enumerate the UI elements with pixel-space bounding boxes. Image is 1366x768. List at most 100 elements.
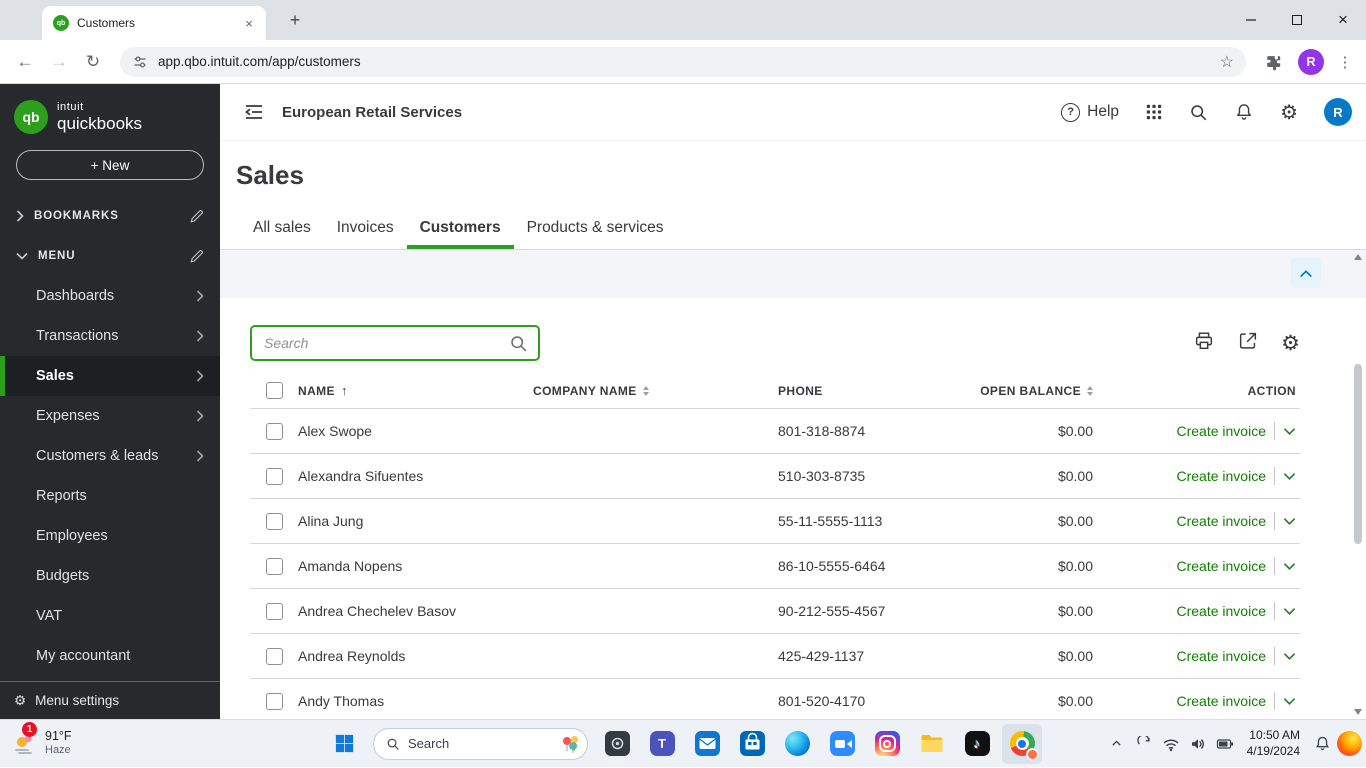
customer-name[interactable]: Alina Jung: [298, 513, 533, 529]
outlook-icon[interactable]: [687, 724, 727, 764]
back-button[interactable]: ←: [10, 47, 40, 77]
customer-name[interactable]: Andrea Chechelev Basov: [298, 603, 533, 619]
scrollbar-thumb[interactable]: [1354, 364, 1362, 544]
create-invoice-link[interactable]: Create invoice: [1177, 603, 1267, 619]
forward-button[interactable]: →: [44, 47, 74, 77]
tab-products-services[interactable]: Products & services: [514, 209, 677, 249]
row-checkbox[interactable]: [265, 512, 283, 530]
create-invoice-link[interactable]: Create invoice: [1177, 468, 1267, 484]
edge-icon[interactable]: [777, 724, 817, 764]
customer-name[interactable]: Amanda Nopens: [298, 558, 533, 574]
qbo-profile-avatar[interactable]: R: [1324, 98, 1352, 126]
firefox-icon[interactable]: [1336, 727, 1362, 761]
notifications-bell-icon[interactable]: [1234, 102, 1254, 122]
export-icon[interactable]: [1237, 330, 1259, 357]
create-invoice-link[interactable]: Create invoice: [1177, 513, 1267, 529]
scroll-up-arrow[interactable]: [1354, 254, 1362, 260]
file-explorer-icon[interactable]: [912, 724, 952, 764]
window-minimize-button[interactable]: [1228, 0, 1274, 40]
instagram-icon[interactable]: [867, 724, 907, 764]
help-button[interactable]: ? Help: [1061, 102, 1119, 122]
action-dropdown-icon[interactable]: [1283, 517, 1296, 526]
menu-section[interactable]: MENU: [0, 236, 220, 276]
sync-icon[interactable]: [1131, 727, 1157, 761]
address-bar[interactable]: app.qbo.intuit.com/app/customers ☆: [120, 46, 1246, 77]
menu-settings-button[interactable]: ⚙ Menu settings: [0, 681, 220, 719]
browser-tab-customers[interactable]: qb Customers ×: [42, 6, 266, 40]
chrome-icon[interactable]: [1002, 723, 1042, 764]
notification-center-bell-icon[interactable]: [1309, 727, 1335, 761]
apps-grid-icon[interactable]: [1145, 103, 1163, 121]
sidebar-item-transactions[interactable]: Transactions: [0, 316, 220, 356]
collapse-panel-button[interactable]: [1291, 258, 1321, 288]
action-dropdown-icon[interactable]: [1283, 697, 1296, 706]
column-header-balance[interactable]: OPEN BALANCE: [977, 384, 1093, 398]
settings-gear-icon[interactable]: ⚙: [1280, 100, 1298, 125]
customer-name[interactable]: Andy Thomas: [298, 693, 533, 709]
tiktok-icon[interactable]: ♪: [957, 724, 997, 764]
sidebar-item-dashboards[interactable]: Dashboards: [0, 276, 220, 316]
sidebar-item-employees[interactable]: Employees: [0, 516, 220, 556]
row-checkbox[interactable]: [265, 692, 283, 710]
sidebar-item-expenses[interactable]: Expenses: [0, 396, 220, 436]
row-checkbox[interactable]: [265, 602, 283, 620]
create-invoice-link[interactable]: Create invoice: [1177, 693, 1267, 709]
column-header-company[interactable]: COMPANY NAME: [533, 384, 778, 398]
bookmarks-section[interactable]: BOOKMARKS: [0, 196, 220, 236]
edit-bookmarks-icon[interactable]: [189, 209, 204, 224]
window-maximize-button[interactable]: [1274, 0, 1320, 40]
browser-profile-avatar[interactable]: R: [1298, 48, 1324, 75]
reload-button[interactable]: ↻: [78, 47, 108, 77]
row-checkbox[interactable]: [265, 557, 283, 575]
sidebar-item-reports[interactable]: Reports: [0, 476, 220, 516]
new-button[interactable]: + New: [16, 150, 204, 180]
taskbar-clock[interactable]: 10:50 AM 4/19/2024: [1247, 728, 1300, 759]
row-checkbox[interactable]: [265, 647, 283, 665]
new-tab-button[interactable]: +: [282, 7, 308, 33]
zoom-icon[interactable]: [822, 724, 862, 764]
sidebar-item-budgets[interactable]: Budgets: [0, 556, 220, 596]
edit-menu-icon[interactable]: [189, 249, 204, 264]
table-settings-gear-icon[interactable]: ⚙: [1281, 331, 1300, 356]
action-dropdown-icon[interactable]: [1283, 607, 1296, 616]
select-all-checkbox[interactable]: [265, 382, 283, 399]
row-checkbox[interactable]: [265, 422, 283, 440]
sidebar-item-sales[interactable]: Sales: [0, 356, 220, 396]
hidden-icons-chevron[interactable]: [1104, 727, 1130, 761]
action-dropdown-icon[interactable]: [1283, 562, 1296, 571]
customer-search-input[interactable]: [264, 335, 509, 351]
create-invoice-link[interactable]: Create invoice: [1177, 558, 1267, 574]
windows-start-button[interactable]: [324, 724, 364, 764]
sidebar-item-customers-leads[interactable]: Customers & leads: [0, 436, 220, 476]
sidebar-item-vat[interactable]: VAT: [0, 596, 220, 636]
camera-app-icon[interactable]: [597, 724, 637, 764]
tab-invoices[interactable]: Invoices: [324, 209, 407, 249]
action-dropdown-icon[interactable]: [1283, 652, 1296, 661]
action-dropdown-icon[interactable]: [1283, 472, 1296, 481]
window-close-button[interactable]: ×: [1320, 0, 1366, 40]
customer-search-box[interactable]: [250, 325, 540, 361]
volume-icon[interactable]: [1185, 727, 1211, 761]
browser-menu-icon[interactable]: ⋮: [1334, 53, 1356, 71]
tab-close-icon[interactable]: ×: [240, 14, 258, 32]
action-dropdown-icon[interactable]: [1283, 427, 1296, 436]
bookmark-star-icon[interactable]: ☆: [1220, 52, 1234, 72]
customer-name[interactable]: Andrea Reynolds: [298, 648, 533, 664]
nav-collapse-icon[interactable]: [242, 100, 266, 124]
row-checkbox[interactable]: [265, 467, 283, 485]
create-invoice-link[interactable]: Create invoice: [1177, 423, 1267, 439]
teams-icon[interactable]: T: [642, 724, 682, 764]
taskbar-search[interactable]: Search: [373, 727, 588, 760]
site-settings-icon[interactable]: [132, 54, 148, 70]
wifi-icon[interactable]: [1158, 727, 1184, 761]
weather-widget[interactable]: 91°F Haze 1: [0, 720, 84, 767]
create-invoice-link[interactable]: Create invoice: [1177, 648, 1267, 664]
vertical-scrollbar[interactable]: [1352, 252, 1364, 717]
microsoft-store-icon[interactable]: [732, 724, 772, 764]
search-icon[interactable]: [509, 334, 528, 353]
customer-name[interactable]: Alex Swope: [298, 423, 533, 439]
extensions-icon[interactable]: [1258, 53, 1288, 71]
battery-icon[interactable]: [1212, 727, 1238, 761]
tab-customers[interactable]: Customers: [407, 209, 514, 249]
print-icon[interactable]: [1193, 330, 1215, 357]
